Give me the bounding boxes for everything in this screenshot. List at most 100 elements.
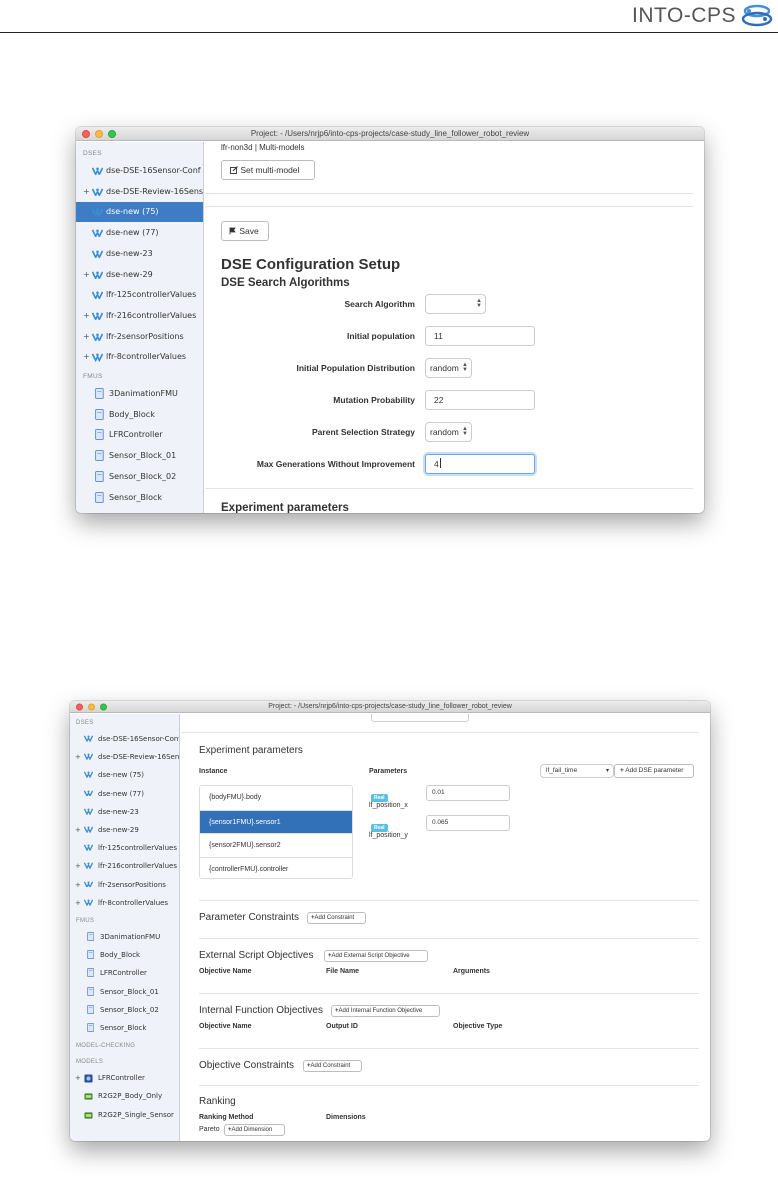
sidebar-item-model-r2g2p-body-only[interactable]: R2G2P_Body_Only bbox=[70, 1088, 179, 1106]
max-generations-without-improvement-input[interactable]: 4 bbox=[425, 454, 535, 474]
dse-icon bbox=[91, 333, 104, 343]
sidebar-item-dse-dse-new-23[interactable]: dse-new-23 bbox=[76, 244, 203, 264]
sidebar-item-dse-dse-dse-review-16sens[interactable]: + dse-DSE-Review-16Sens bbox=[70, 749, 179, 767]
expand-icon[interactable]: + bbox=[83, 187, 90, 196]
close-window-icon[interactable] bbox=[82, 129, 90, 138]
initial-population-distribution-select[interactable]: random ▲ ▼ bbox=[425, 358, 472, 378]
sidebar-item-dse-dse-new-23[interactable]: dse-new-23 bbox=[70, 804, 179, 822]
instance-item-bodyfmu-body[interactable]: {bodyFMU}.body bbox=[200, 786, 352, 810]
sidebar-item-fmu-3danimationfmu[interactable]: 3DanimationFMU bbox=[76, 384, 203, 404]
sidebar-item-fmu-lfrcontroller[interactable]: LFRController bbox=[76, 425, 203, 445]
max-generations-input-partial[interactable] bbox=[371, 714, 469, 722]
zoom-window-icon[interactable] bbox=[100, 703, 107, 710]
sidebar-item-dse-lfr-125controllervalues[interactable]: lfr-125controllerValues bbox=[76, 285, 203, 305]
close-window-icon[interactable] bbox=[76, 703, 83, 710]
sidebar-item-dse-lfr-2sensorpositions[interactable]: + lfr-2sensorPositions bbox=[70, 877, 179, 895]
sidebar-item-fmu-body-block[interactable]: Body_Block bbox=[70, 947, 179, 965]
sidebar-item-dse-dse-new-77[interactable]: dse-new (77) bbox=[70, 786, 179, 804]
sidebar-item-fmu-sensor-block[interactable]: Sensor_Block bbox=[76, 488, 203, 508]
expand-icon[interactable]: + bbox=[75, 899, 81, 907]
sidebar-item-model-r2g2p-single-sensor[interactable]: R2G2P_Single_Sensor bbox=[70, 1107, 179, 1125]
lf-position-y-value-input[interactable]: 0.065 bbox=[426, 815, 510, 831]
expand-icon[interactable]: + bbox=[75, 1074, 81, 1082]
breadcrumb-section[interactable]: Multi-models bbox=[259, 143, 304, 152]
sidebar-item-label: dse-new-23 bbox=[106, 248, 153, 258]
sidebar-item-dse-lfr-8controllervalues[interactable]: + lfr-8controllerValues bbox=[76, 347, 203, 367]
zoom-window-icon[interactable] bbox=[108, 129, 116, 138]
window-controls bbox=[82, 129, 116, 138]
sidebar-item-dse-lfr-216controllervalues[interactable]: + lfr-216controllerValues bbox=[76, 306, 203, 326]
dse-icon bbox=[91, 312, 104, 322]
sidebar-item-label: lfr-216controllerValues bbox=[106, 310, 197, 320]
instance-item-controllerfmu-controller[interactable]: {controllerFMU}.controller bbox=[200, 856, 352, 879]
sidebar-item-dse-dse-dse-16sensor-conf[interactable]: dse-DSE-16Sensor-Conf bbox=[76, 161, 203, 181]
window-titlebar[interactable]: Project: - /Users/nrjp6/into-cps-project… bbox=[70, 701, 710, 713]
model-icon bbox=[84, 1111, 93, 1122]
expand-icon[interactable]: + bbox=[83, 311, 90, 320]
save-button[interactable]: Save bbox=[221, 221, 269, 241]
sidebar-item-dse-lfr-216controllervalues[interactable]: + lfr-216controllerValues bbox=[70, 858, 179, 876]
expand-icon[interactable]: + bbox=[75, 862, 81, 870]
sidebar-item-dse-dse-dse-16sensor-conf[interactable]: dse-DSE-16Sensor-Conf bbox=[70, 731, 179, 749]
add-internal-function-objective-button[interactable]: +Add Internal Function Objective bbox=[331, 1005, 440, 1017]
window-title: Project: - /Users/nrjp6/into-cps-project… bbox=[250, 129, 530, 138]
add-parameter-constraint-button[interactable]: +Add Constraint bbox=[307, 912, 366, 924]
window-controls bbox=[76, 703, 107, 710]
lf-position-x-value-input[interactable]: 0.01 bbox=[426, 785, 510, 801]
instance-item-sensor2fmu-sensor2[interactable]: {sensor2FMU}.sensor2 bbox=[200, 833, 352, 857]
initial-population-input[interactable]: 11 bbox=[425, 326, 535, 346]
ext-file-name-header: File Name bbox=[326, 968, 360, 975]
sidebar-item-dse-lfr-8controllervalues[interactable]: + lfr-8controllerValues bbox=[70, 895, 179, 913]
fmu-file-icon bbox=[87, 950, 95, 961]
dse-parameter-select[interactable]: lf_fail_time ▾ bbox=[540, 764, 614, 778]
sidebar-item-dse-dse-new-29[interactable]: + dse-new-29 bbox=[76, 265, 203, 285]
sidebar-item-fmu-sensor-block-02[interactable]: Sensor_Block_02 bbox=[70, 1002, 179, 1020]
expand-icon[interactable]: + bbox=[83, 270, 90, 279]
sidebar-item-label: Sensor_Block bbox=[100, 1024, 147, 1032]
sidebar-item-dse-lfr-2sensorpositions[interactable]: + lfr-2sensorPositions bbox=[76, 327, 203, 347]
minimize-window-icon[interactable] bbox=[95, 129, 103, 138]
parent-selection-strategy-select[interactable]: random ▲ ▼ bbox=[425, 422, 472, 442]
sidebar-item-dse-dse-new-77[interactable]: dse-new (77) bbox=[76, 223, 203, 243]
sidebar-item-fmu-sensor-block-01[interactable]: Sensor_Block_01 bbox=[76, 446, 203, 466]
instance-item-sensor1fmu-sensor1[interactable]: {sensor1FMU}.sensor1 bbox=[200, 809, 352, 833]
text-cursor bbox=[439, 458, 441, 468]
expand-icon[interactable]: + bbox=[75, 881, 81, 889]
up-down-arrows-icon: ▲ ▼ bbox=[476, 298, 482, 309]
sidebar-item-fmu-sensor-block[interactable]: Sensor_Block bbox=[70, 1020, 179, 1038]
add-dimension-button[interactable]: +Add Dimension bbox=[224, 1124, 285, 1136]
mutation-probability-input[interactable]: 22 bbox=[425, 390, 535, 410]
sidebar-item-fmu-body-block[interactable]: Body_Block bbox=[76, 405, 203, 425]
sidebar-item-dse-dse-new-75[interactable]: dse-new (75) bbox=[76, 202, 203, 223]
window-titlebar[interactable]: Project: - /Users/nrjp6/into-cps-project… bbox=[76, 127, 704, 141]
models-section-label: MODELS bbox=[76, 1059, 104, 1066]
search-algorithm-select[interactable]: ▲ ▼ bbox=[425, 294, 486, 314]
sidebar-item-model-lfrcontroller[interactable]: + LFRController bbox=[70, 1070, 179, 1088]
plus-icon: + bbox=[620, 767, 624, 774]
sidebar-item-dse-dse-new-75[interactable]: dse-new (75) bbox=[70, 767, 179, 785]
expand-icon[interactable]: + bbox=[75, 753, 81, 761]
divider bbox=[199, 938, 699, 939]
sidebar-item-fmu-sensor-block-01[interactable]: Sensor_Block_01 bbox=[70, 984, 179, 1002]
parameters-column-header: Parameters bbox=[369, 768, 408, 775]
sidebar-item-fmu-lfrcontroller[interactable]: LFRController bbox=[70, 965, 179, 983]
initial-population-distribution-label: Initial Population Distribution bbox=[296, 363, 415, 373]
minimize-window-icon[interactable] bbox=[88, 703, 95, 710]
sidebar-item-dse-dse-new-29[interactable]: + dse-new-29 bbox=[70, 822, 179, 840]
breadcrumb-project[interactable]: lfr-non3d bbox=[221, 143, 253, 152]
expand-icon[interactable]: + bbox=[83, 332, 90, 341]
sidebar-item-label: dse-new (77) bbox=[106, 228, 159, 238]
sidebar-item-fmu-3danimationfmu[interactable]: 3DanimationFMU bbox=[70, 929, 179, 947]
add-objective-constraint-button[interactable]: +Add Constraint bbox=[303, 1060, 362, 1072]
set-multimodel-button[interactable]: Set multi-model bbox=[221, 160, 315, 180]
sidebar-item-dse-lfr-125controllervalues[interactable]: lfr-125controllerValues bbox=[70, 840, 179, 858]
add-dse-parameter-button[interactable]: + Add DSE parameter bbox=[614, 764, 694, 778]
expand-icon[interactable]: + bbox=[75, 826, 81, 834]
sidebar-item-label: Sensor_Block bbox=[109, 492, 163, 502]
sidebar-item-dse-dse-dse-review-16sens[interactable]: + dse-DSE-Review-16Sens bbox=[76, 182, 203, 202]
expand-icon[interactable]: + bbox=[83, 352, 90, 361]
sidebar-item-fmu-sensor-block-02[interactable]: Sensor_Block_02 bbox=[76, 467, 203, 487]
add-external-script-objective-button[interactable]: +Add External Script Objective bbox=[324, 950, 428, 962]
sidebar-item-label: LFRController bbox=[109, 430, 163, 440]
model-checking-section-label: MODEL-CHECKING bbox=[76, 1043, 136, 1050]
